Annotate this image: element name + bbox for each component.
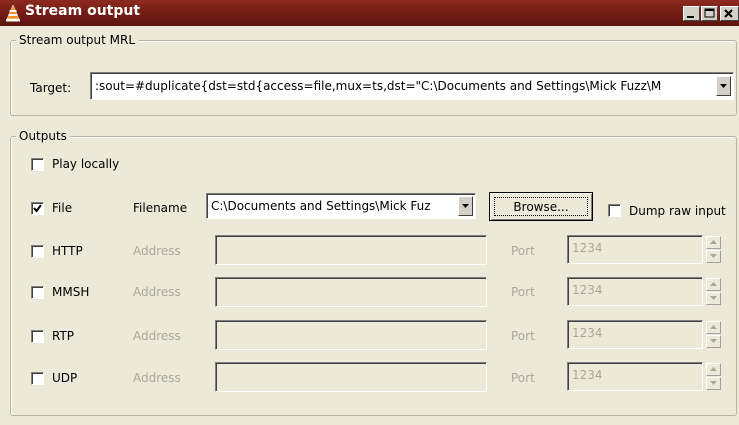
mrl-group-title: Stream output MRL [16,33,139,47]
window-title: Stream output [25,3,141,19]
mmsh-checkbox[interactable] [31,286,44,299]
mmsh-label[interactable]: MMSH [52,285,89,299]
udp-label[interactable]: UDP [52,371,77,385]
spin-up-button[interactable] [706,363,721,376]
http-address-label: Address [133,244,181,258]
target-dropdown-button[interactable] [716,76,731,96]
mmsh-address-input[interactable] [215,277,487,307]
outputs-group-title: Outputs [16,129,70,143]
spin-up-button[interactable] [706,321,721,334]
rtp-port-value: 1234 [572,326,603,340]
spin-up-button[interactable] [706,278,721,291]
spin-down-button[interactable] [706,377,721,390]
spin-down-button[interactable] [706,250,721,263]
http-port-spinner[interactable] [706,236,721,264]
target-value: :sout=#duplicate{dst=std{access=file,mux… [95,79,662,93]
browse-button[interactable]: Browse... [489,192,593,221]
http-label[interactable]: HTTP [52,244,83,258]
rtp-port-input[interactable]: 1234 [567,320,703,349]
http-port-value: 1234 [572,241,603,255]
mmsh-port-input[interactable]: 1234 [567,277,703,306]
minimize-button[interactable] [683,6,700,21]
udp-checkbox[interactable] [31,372,44,385]
mmsh-port-spinner[interactable] [706,278,721,306]
vlc-cone-icon [5,4,21,22]
rtp-port-label: Port [511,329,535,343]
dump-raw-input-checkbox[interactable] [608,204,621,217]
udp-address-input[interactable] [215,362,487,392]
file-checkbox[interactable] [31,202,44,215]
filename-value: C:\Documents and Settings\Mick Fuz [211,199,431,213]
mmsh-port-value: 1234 [572,283,603,297]
rtp-port-spinner[interactable] [706,321,721,349]
rtp-address-label: Address [133,329,181,343]
udp-port-value: 1234 [572,368,603,382]
filename-dropdown-button[interactable] [458,196,473,216]
dump-raw-input-label[interactable]: Dump raw input [629,204,726,218]
mmsh-address-label: Address [133,285,181,299]
play-locally-checkbox[interactable] [31,158,44,171]
close-button[interactable] [720,6,739,21]
filename-combobox[interactable]: C:\Documents and Settings\Mick Fuz [206,193,476,219]
udp-port-input[interactable]: 1234 [567,362,703,391]
http-checkbox[interactable] [31,245,44,258]
http-address-input[interactable] [215,235,487,265]
file-label[interactable]: File [52,201,72,215]
spin-down-button[interactable] [706,292,721,305]
rtp-address-input[interactable] [215,320,487,350]
title-bar[interactable]: Stream output [0,0,739,26]
spin-up-button[interactable] [706,236,721,249]
rtp-label[interactable]: RTP [52,329,74,343]
maximize-button[interactable] [701,6,718,21]
play-locally-label[interactable]: Play locally [52,157,119,171]
udp-address-label: Address [133,371,181,385]
browse-label: Browse... [513,200,569,214]
rtp-checkbox[interactable] [31,330,44,343]
udp-port-spinner[interactable] [706,363,721,391]
udp-port-label: Port [511,371,535,385]
target-label: Target: [30,81,72,95]
target-combobox[interactable]: :sout=#duplicate{dst=std{access=file,mux… [90,72,734,100]
filename-label: Filename [133,201,188,215]
spin-down-button[interactable] [706,335,721,348]
http-port-input[interactable]: 1234 [567,235,703,264]
http-port-label: Port [511,244,535,258]
mmsh-port-label: Port [511,285,535,299]
